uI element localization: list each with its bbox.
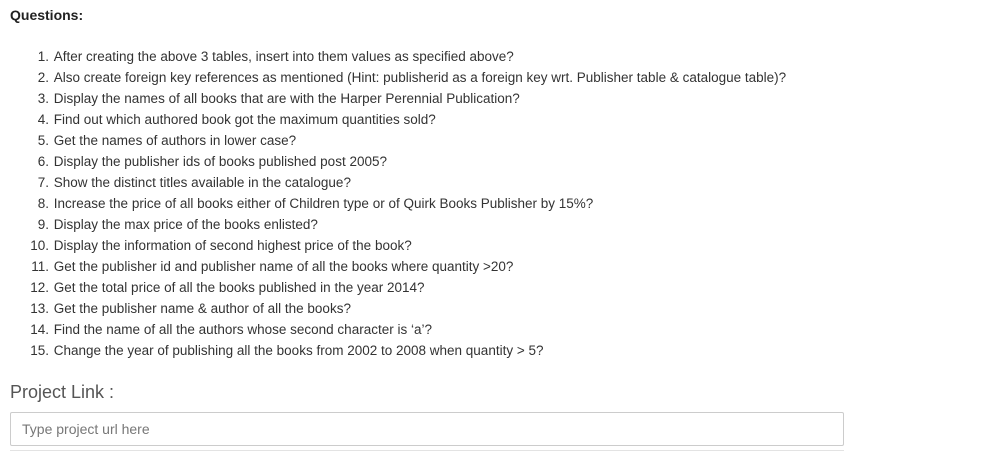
- question-number: 7.: [37, 175, 49, 190]
- question-item: 3. Display the names of all books that a…: [10, 88, 984, 109]
- question-number: 5.: [37, 133, 49, 148]
- question-number: 4.: [37, 112, 49, 127]
- question-number: 11.: [31, 259, 49, 274]
- question-text: Display the names of all books that are …: [53, 91, 520, 106]
- question-text: Also create foreign key references as me…: [53, 70, 787, 85]
- question-item: 12. Get the total price of all the books…: [10, 277, 984, 298]
- question-text: Change the year of publishing all the bo…: [53, 343, 544, 358]
- bottom-divider: [10, 450, 844, 451]
- question-number: 15.: [30, 343, 49, 358]
- question-text: After creating the above 3 tables, inser…: [53, 49, 514, 64]
- question-number: 1.: [37, 49, 49, 64]
- question-item: 14. Find the name of all the authors who…: [10, 319, 984, 340]
- project-url-input[interactable]: [10, 412, 844, 446]
- question-number: 12.: [30, 280, 49, 295]
- question-number: 2.: [37, 70, 49, 85]
- question-item: 8. Increase the price of all books eithe…: [10, 193, 984, 214]
- question-number: 8.: [37, 196, 49, 211]
- question-item: 9. Display the max price of the books en…: [10, 214, 984, 235]
- question-list: 1. After creating the above 3 tables, in…: [10, 46, 984, 361]
- question-text: Show the distinct titles available in th…: [53, 175, 351, 190]
- question-item: 10. Display the information of second hi…: [10, 235, 984, 256]
- question-text: Get the publisher name & author of all t…: [53, 301, 351, 316]
- question-text: Display the information of second highes…: [53, 238, 412, 253]
- question-item: 6. Display the publisher ids of books pu…: [10, 151, 984, 172]
- questions-heading: Questions:: [10, 7, 84, 23]
- question-item: 13. Get the publisher name & author of a…: [10, 298, 984, 319]
- question-number: 10.: [30, 238, 49, 253]
- question-item: 7. Show the distinct titles available in…: [10, 172, 984, 193]
- question-item: 11. Get the publisher id and publisher n…: [10, 256, 984, 277]
- question-number: 14.: [30, 322, 49, 337]
- assignment-page: Questions: 1. After creating the above 3…: [0, 0, 994, 454]
- question-text: Get the publisher id and publisher name …: [53, 259, 514, 274]
- question-item: 2. Also create foreign key references as…: [10, 67, 984, 88]
- question-number: 13.: [30, 301, 49, 316]
- question-item: 1. After creating the above 3 tables, in…: [10, 46, 984, 67]
- question-text: Find the name of all the authors whose s…: [53, 322, 432, 337]
- question-text: Display the publisher ids of books publi…: [53, 154, 387, 169]
- question-text: Display the max price of the books enlis…: [53, 217, 318, 232]
- question-number: 9.: [37, 217, 49, 232]
- question-text: Get the total price of all the books pub…: [53, 280, 425, 295]
- question-item: 15. Change the year of publishing all th…: [10, 340, 984, 361]
- question-number: 6.: [37, 154, 49, 169]
- question-item: 4. Find out which authored book got the …: [10, 109, 984, 130]
- question-item: 5. Get the names of authors in lower cas…: [10, 130, 984, 151]
- question-number: 3.: [37, 91, 49, 106]
- project-link-label: Project Link :: [10, 382, 115, 402]
- question-text: Get the names of authors in lower case?: [53, 133, 297, 148]
- question-text: Find out which authored book got the max…: [53, 112, 436, 127]
- question-text: Increase the price of all books either o…: [53, 196, 594, 211]
